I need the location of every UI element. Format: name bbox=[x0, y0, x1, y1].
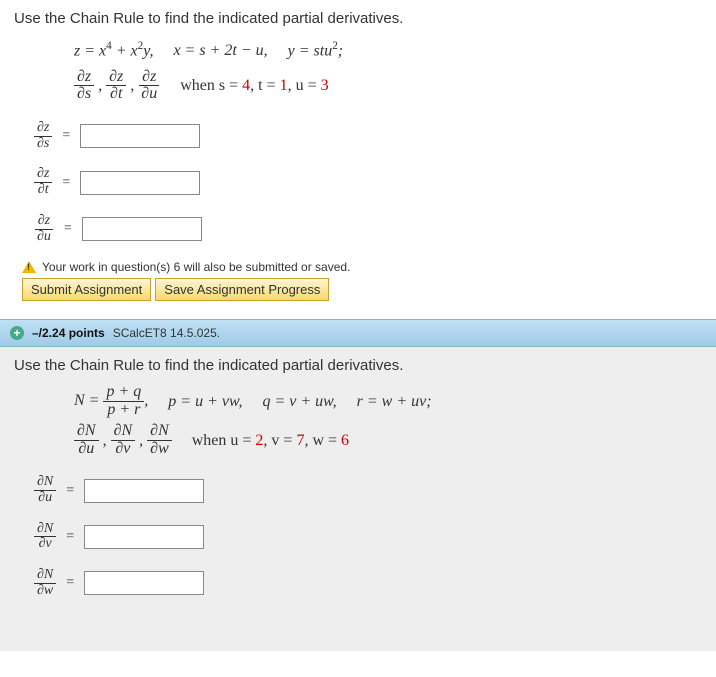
q2-input-dNdu[interactable] bbox=[84, 479, 204, 503]
warning-icon bbox=[22, 261, 36, 273]
q1-answer-row-1: ∂z∂s = bbox=[34, 121, 702, 151]
q2-input-dNdw[interactable] bbox=[84, 571, 204, 595]
q2-eq-p: p = u + vw, bbox=[168, 388, 242, 415]
save-warning: Your work in question(s) 6 will also be … bbox=[22, 260, 702, 274]
q2-answer-row-1: ∂N∂u = bbox=[34, 475, 702, 505]
q1-answer-row-2: ∂z∂t = bbox=[34, 167, 702, 197]
q1-answer-row-3: ∂z∂u = bbox=[34, 214, 702, 244]
question-1: Use the Chain Rule to find the indicated… bbox=[0, 0, 716, 319]
q2-answers: ∂N∂u = ∂N∂v = ∂N∂w = bbox=[34, 475, 702, 598]
q2-answer-row-2: ∂N∂v = bbox=[34, 522, 702, 552]
q2-answer-row-3: ∂N∂w = bbox=[34, 568, 702, 598]
q2-prompt: Use the Chain Rule to find the indicated… bbox=[14, 357, 702, 374]
save-progress-button[interactable]: Save Assignment Progress bbox=[155, 278, 329, 301]
q1-eq-z: z = x4 + x2y, bbox=[74, 37, 153, 65]
q1-eq-x: x = s + 2t − u, bbox=[173, 37, 267, 64]
question-2-header: + –/2.24 points SCalcET8 14.5.025. bbox=[0, 319, 716, 347]
q2-source: SCalcET8 14.5.025. bbox=[113, 326, 220, 340]
q2-eq-N: N = p + qp + r, bbox=[74, 384, 148, 419]
submit-assignment-button[interactable]: Submit Assignment bbox=[22, 278, 151, 301]
expand-icon[interactable]: + bbox=[10, 326, 24, 340]
q2-when: when u = 2, v = 7, w = 6 bbox=[192, 427, 349, 454]
q1-answers: ∂z∂s = ∂z∂t = ∂z∂u = bbox=[34, 121, 702, 244]
q2-math: N = p + qp + r, p = u + vw, q = v + uw, … bbox=[74, 384, 702, 457]
question-2: Use the Chain Rule to find the indicated… bbox=[0, 347, 716, 650]
q1-prompt: Use the Chain Rule to find the indicated… bbox=[14, 10, 702, 27]
q2-eq-q: q = v + uw, bbox=[262, 388, 336, 415]
warning-text: Your work in question(s) 6 will also be … bbox=[42, 260, 350, 274]
q1-input-dzds[interactable] bbox=[80, 124, 200, 148]
q1-when: when s = 4, t = 1, u = 3 bbox=[180, 72, 328, 99]
q2-points: –/2.24 points bbox=[32, 326, 105, 340]
q2-eq-r: r = w + uv; bbox=[357, 388, 432, 415]
q1-math: z = x4 + x2y, x = s + 2t − u, y = stu2; … bbox=[74, 37, 702, 103]
q2-partials: ∂N∂u, ∂N∂v, ∂N∂w bbox=[74, 423, 172, 458]
q2-input-dNdv[interactable] bbox=[84, 525, 204, 549]
q1-eq-y: y = stu2; bbox=[288, 37, 344, 65]
q1-partials: ∂z∂s, ∂z∂t, ∂z∂u bbox=[74, 69, 160, 104]
q1-input-dzdu[interactable] bbox=[82, 217, 202, 241]
q1-input-dzdt[interactable] bbox=[80, 171, 200, 195]
button-row: Submit Assignment Save Assignment Progre… bbox=[22, 278, 702, 301]
